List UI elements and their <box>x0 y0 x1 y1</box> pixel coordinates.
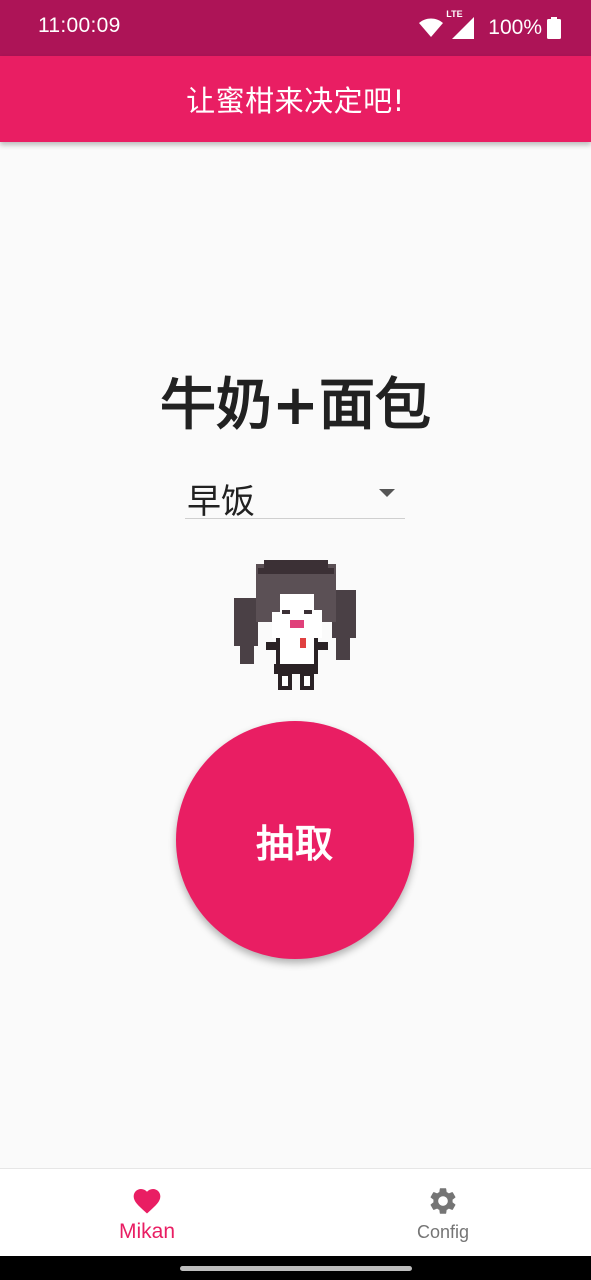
app-bar: 让蜜柑来决定吧! <box>0 56 591 142</box>
app-screen: 11:00:09 LTE 100% 让蜜柑来决定吧! 牛奶+面包 早饭 抽取 M… <box>0 0 591 1280</box>
gear-icon <box>427 1185 459 1217</box>
dropdown-arrow-icon <box>379 489 395 497</box>
app-title: 让蜜柑来决定吧! <box>186 84 405 118</box>
status-bar: 11:00:09 LTE 100% <box>0 0 591 56</box>
status-icons: LTE 100% <box>418 9 561 43</box>
nav-label-mikan: Mikan <box>118 1220 176 1243</box>
meal-type-selected: 早饭 <box>187 482 255 522</box>
mascot-pixel-art <box>230 558 360 693</box>
cell-signal-icon: LTE <box>446 9 476 41</box>
gesture-handle[interactable] <box>180 1266 412 1271</box>
battery-percent: 100% <box>488 16 542 39</box>
nav-label-config: Config <box>416 1222 470 1242</box>
status-time: 11:00:09 <box>38 14 121 37</box>
system-navigation-bar <box>0 1256 591 1280</box>
draw-button[interactable]: 抽取 <box>176 721 414 959</box>
heart-icon <box>131 1185 163 1217</box>
nav-item-mikan[interactable]: Mikan <box>67 1169 227 1257</box>
meal-type-dropdown[interactable]: 早饭 <box>185 472 405 522</box>
result-text: 牛奶+面包 <box>160 373 431 438</box>
network-type-label: LTE <box>446 9 463 19</box>
bottom-navigation: Mikan Config <box>0 1168 591 1257</box>
battery-icon <box>547 17 561 39</box>
wifi-icon <box>418 17 444 39</box>
nav-item-config[interactable]: Config <box>363 1169 523 1257</box>
draw-button-label: 抽取 <box>255 821 334 866</box>
